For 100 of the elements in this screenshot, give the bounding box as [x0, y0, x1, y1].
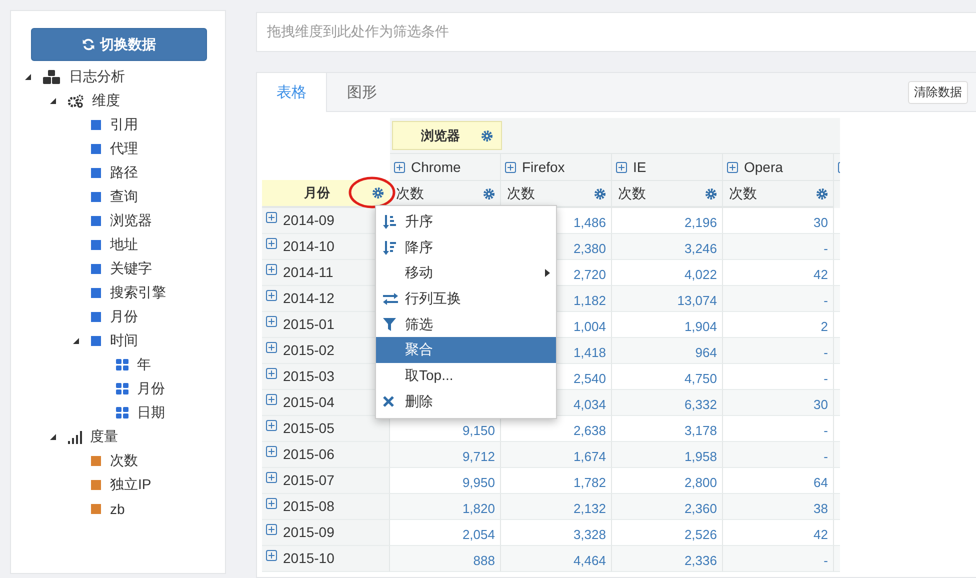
expand-plus-icon[interactable]: [394, 162, 405, 172]
tree-item[interactable]: 日期: [137, 404, 165, 422]
settings-icon[interactable]: [483, 188, 495, 200]
settings-icon[interactable]: [816, 188, 828, 200]
tree-item[interactable]: 度量: [90, 428, 118, 446]
table-cell: -: [723, 234, 834, 260]
switch-data-button[interactable]: 切换数据: [31, 28, 207, 61]
tree-item[interactable]: 关键字: [110, 260, 152, 278]
column-header[interactable]: Opera: [723, 153, 834, 180]
tree-item[interactable]: 月份: [137, 380, 165, 398]
measure-icon: [91, 456, 101, 466]
browser-name: Chrome: [411, 159, 461, 175]
table-cell: 1,958: [612, 442, 723, 468]
table-cell: 3,178: [612, 416, 723, 442]
expand-plus-icon[interactable]: [505, 162, 516, 172]
expand-toggle[interactable]: [50, 434, 56, 440]
expand-plus-icon[interactable]: [616, 162, 627, 172]
expand-plus-icon[interactable]: [266, 342, 277, 353]
dimension-icon: [91, 336, 101, 346]
expand-plus-icon[interactable]: [266, 420, 277, 431]
measure-header[interactable]: 次数: [501, 180, 612, 208]
table-cell: -: [723, 416, 834, 442]
grid-icon: [116, 359, 129, 371]
table-cell: 64: [723, 468, 834, 494]
cubes-icon: [43, 70, 61, 84]
tree-item[interactable]: 年: [137, 356, 151, 374]
measure-icon: [91, 504, 101, 514]
expand-plus-icon[interactable]: [266, 368, 277, 379]
dimension-icon: [91, 240, 101, 250]
month-label: 2014-09: [283, 212, 334, 228]
expand-plus-icon[interactable]: [266, 446, 277, 457]
browser-name: Opera: [744, 159, 783, 175]
expand-plus-icon[interactable]: [266, 524, 277, 535]
dimension-icon: [91, 312, 101, 322]
tree-item[interactable]: 查询: [110, 188, 138, 206]
measure-label: 次数: [396, 184, 424, 202]
expand-toggle[interactable]: [25, 74, 31, 80]
dimension-icon: [91, 288, 101, 298]
row-header[interactable]: 2015-10: [262, 546, 390, 572]
row-header[interactable]: 2015-08: [262, 494, 390, 520]
grid-icon: [116, 383, 129, 395]
table-cell: 2: [723, 312, 834, 338]
tree-item[interactable]: 独立IP: [110, 476, 152, 494]
row-header[interactable]: 2015-06: [262, 442, 390, 468]
measure-header[interactable]: 次数: [723, 180, 834, 208]
table-cell: 2,196: [612, 208, 723, 234]
expand-toggle[interactable]: [50, 98, 56, 104]
clear-data-button[interactable]: 清除数据: [908, 80, 968, 104]
tree-item[interactable]: 代理: [110, 140, 138, 158]
sort-descending-icon: [383, 240, 397, 255]
table-cell: 2,132: [501, 494, 612, 520]
tree-item[interactable]: 时间: [110, 332, 138, 350]
measure-label: 次数: [507, 184, 535, 202]
table-cell: 3,246: [612, 234, 723, 260]
settings-icon[interactable]: [372, 187, 384, 199]
settings-icon[interactable]: [594, 188, 606, 200]
table-cell: 2,336: [612, 546, 723, 572]
column-dimension-pill[interactable]: 浏览器: [392, 121, 502, 150]
column-header[interactable]: Firefox: [501, 153, 612, 180]
tab[interactable]: 图形: [327, 73, 397, 111]
menu-item[interactable]: 聚合: [376, 337, 556, 364]
expand-plus-icon[interactable]: [266, 264, 277, 275]
month-label: 2015-07: [283, 472, 334, 488]
tree-item[interactable]: 搜索引擎: [110, 284, 166, 302]
tree-item[interactable]: 地址: [110, 236, 138, 254]
table-cell: -: [723, 364, 834, 390]
table-cell: 38: [723, 494, 834, 520]
measure-header[interactable]: 次数: [612, 180, 723, 208]
settings-icon[interactable]: [481, 130, 493, 142]
tree-item[interactable]: 路径: [110, 164, 138, 182]
row-header[interactable]: 2015-05: [262, 416, 390, 442]
row-header[interactable]: 2015-09: [262, 520, 390, 546]
expand-plus-icon[interactable]: [266, 472, 277, 483]
table-cell: 2,360: [612, 494, 723, 520]
row-header[interactable]: 2015-07: [262, 468, 390, 494]
expand-plus-icon[interactable]: [266, 498, 277, 509]
tree-item[interactable]: 浏览器: [110, 212, 152, 230]
dimension-icon: [91, 216, 101, 226]
swap-arrows-icon: [383, 292, 398, 305]
expand-plus-icon[interactable]: [266, 550, 277, 561]
expand-plus-icon[interactable]: [266, 394, 277, 405]
expand-plus-icon[interactable]: [266, 238, 277, 249]
tree-item[interactable]: 维度: [92, 92, 120, 110]
settings-icon[interactable]: [705, 188, 717, 200]
expand-plus-icon[interactable]: [727, 162, 738, 172]
tree-item[interactable]: zb: [110, 501, 125, 517]
tree-item[interactable]: 日志分析: [69, 68, 125, 86]
tree-item[interactable]: 引用: [110, 116, 138, 134]
table-cell: 1,904: [612, 312, 723, 338]
table-cell: 2,800: [612, 468, 723, 494]
column-header[interactable]: Chrome: [390, 153, 501, 180]
expand-plus-icon[interactable]: [266, 316, 277, 327]
expand-plus-icon[interactable]: [266, 212, 277, 223]
expand-toggle[interactable]: [73, 338, 79, 344]
expand-plus-icon[interactable]: [266, 290, 277, 301]
tree-item[interactable]: 次数: [110, 452, 138, 470]
dimension-icon: [91, 120, 101, 130]
tree-item[interactable]: 月份: [110, 308, 138, 326]
column-header[interactable]: IE: [612, 153, 723, 180]
row-dimension-header[interactable]: 月份: [262, 180, 390, 208]
